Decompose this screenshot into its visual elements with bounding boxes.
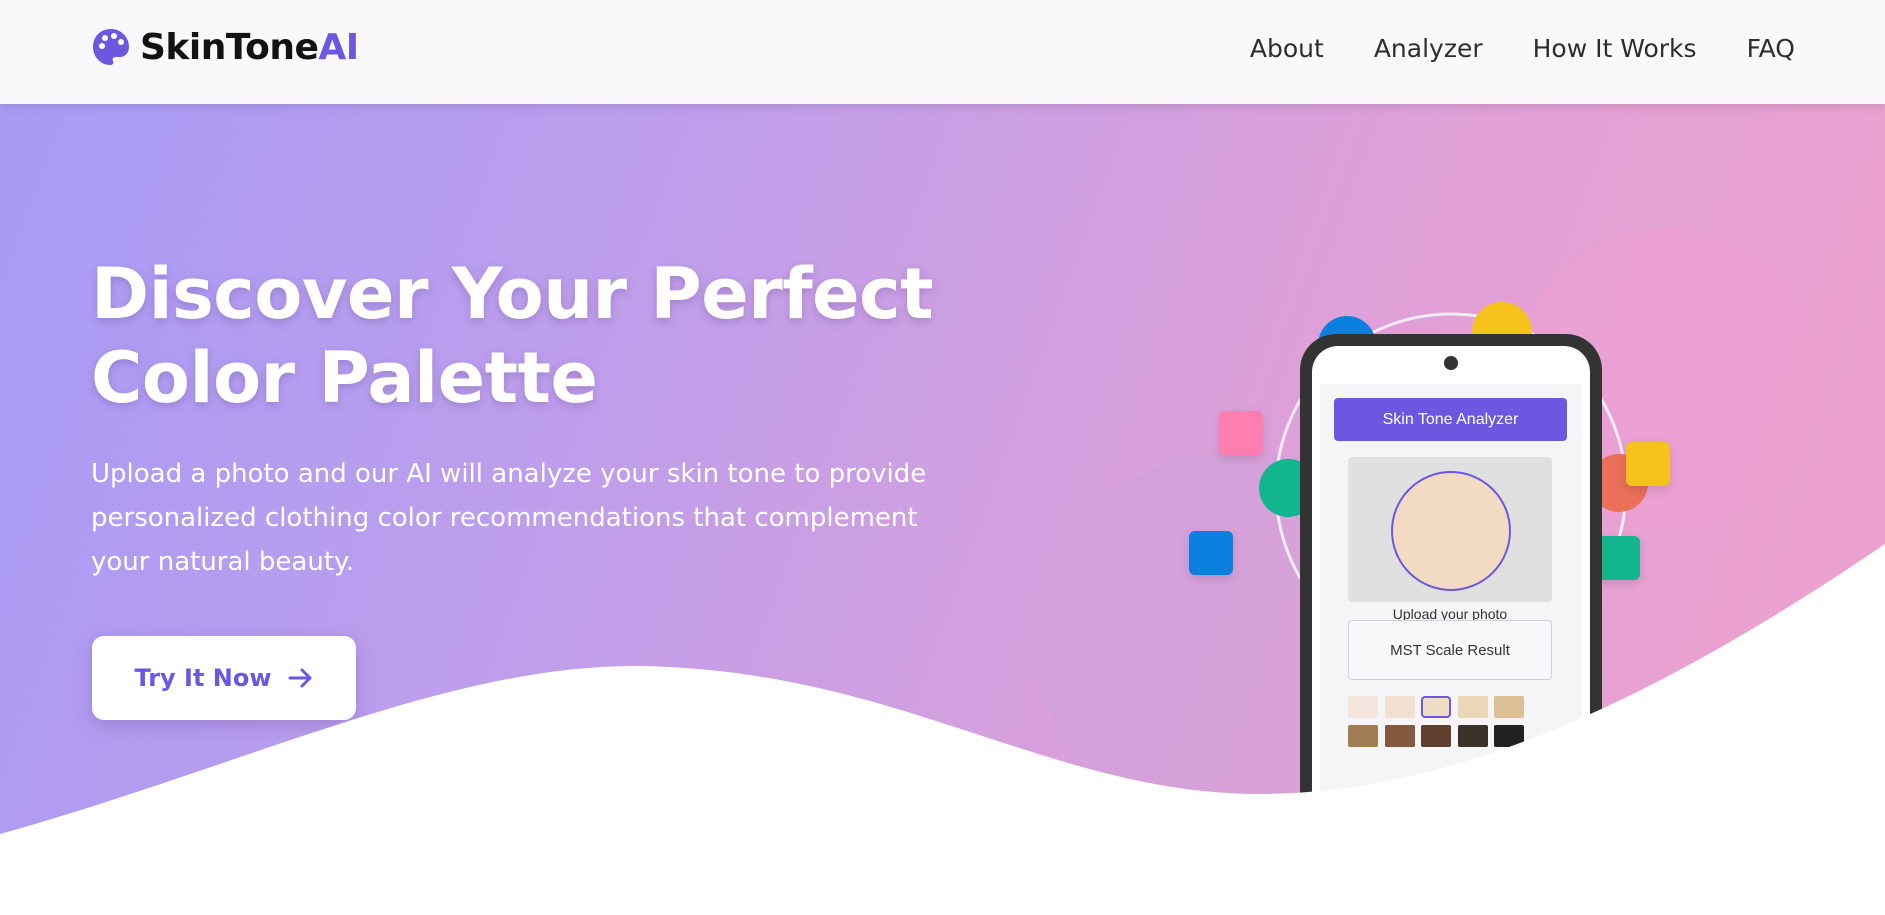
hero-section: Discover Your Perfect Color Palette Uploa…: [0, 104, 1885, 915]
logo-text-accent: AI: [318, 26, 359, 68]
logo-text-main: SkinTone: [140, 26, 319, 68]
nav-how-it-works[interactable]: How It Works: [1533, 34, 1697, 63]
logo[interactable]: SkinToneAI: [90, 26, 359, 68]
nav-faq[interactable]: FAQ: [1747, 34, 1795, 63]
logo-text: SkinToneAI: [140, 27, 359, 68]
hero-wave-divider: [0, 544, 1885, 915]
palette-icon: [93, 29, 129, 65]
nav-about[interactable]: About: [1250, 34, 1324, 63]
main-nav: About Analyzer How It Works FAQ: [1250, 34, 1795, 63]
nav-analyzer[interactable]: Analyzer: [1374, 34, 1483, 63]
site-header: SkinToneAI About Analyzer How It Works F…: [0, 0, 1885, 104]
